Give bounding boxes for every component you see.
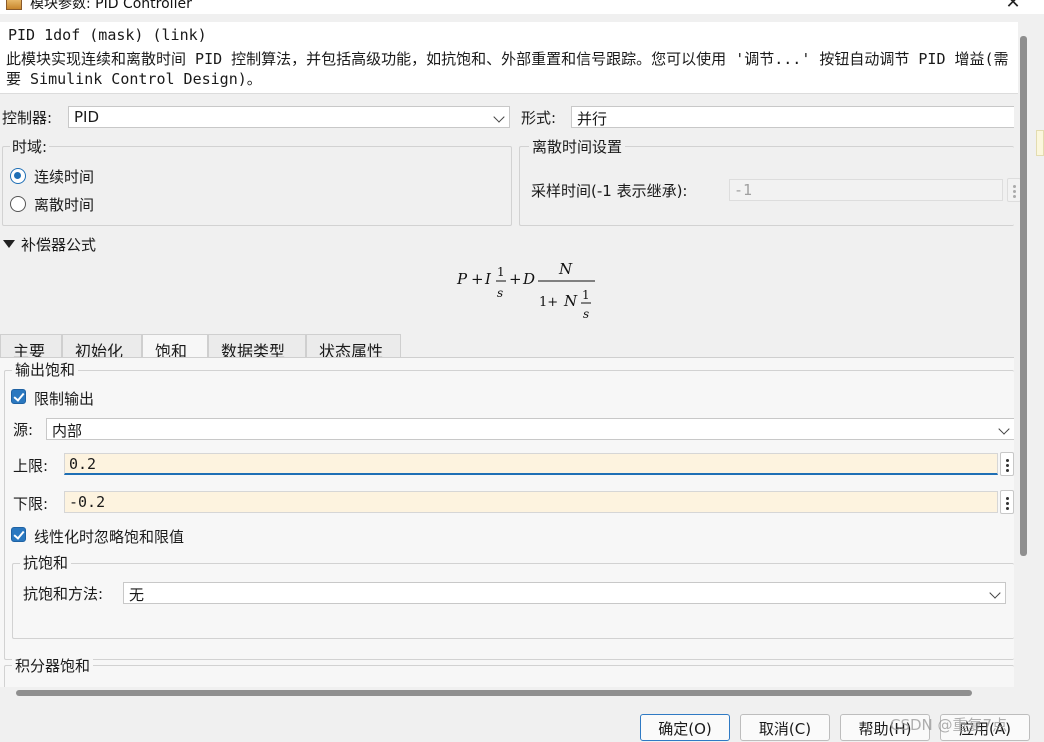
sample-time-field: -1: [729, 179, 1003, 201]
formula-d: D: [522, 270, 535, 288]
sample-time-label: 采样时间(-1 表示继承):: [531, 182, 688, 200]
lower-limit-field[interactable]: -0.2: [64, 491, 998, 513]
formula-one-1: 1: [497, 265, 505, 279]
limit-output-checkbox[interactable]: [11, 389, 26, 404]
simulink-block-icon: [6, 0, 22, 10]
ignore-saturation-checkbox[interactable]: [11, 527, 26, 542]
source-value: 内部: [52, 422, 83, 440]
side-strip: [1036, 130, 1044, 156]
integrator-saturation-legend: 积分器饱和: [12, 655, 94, 676]
block-description: PID 1dof (mask) (link) 此模块实现连续和离散时间 PID …: [0, 22, 1018, 94]
sample-time-more-icon: [1007, 178, 1021, 202]
radio-continuous-time[interactable]: [10, 168, 26, 184]
form-value: 并行: [577, 110, 608, 128]
radio-discrete-time[interactable]: [10, 196, 26, 212]
upper-limit-more-icon[interactable]: [1000, 452, 1014, 476]
discrete-settings-legend: 离散时间设置: [529, 136, 626, 157]
tab-state-attributes[interactable]: 状态属性: [306, 334, 401, 361]
csdn-watermark: CSDN @重复7点: [890, 716, 1008, 734]
compensator-label[interactable]: 补偿器公式: [21, 234, 96, 255]
formula-one-2: 1: [582, 288, 590, 302]
formula-s-1: s: [497, 286, 503, 300]
radio-discrete-label[interactable]: 离散时间: [34, 194, 94, 215]
ignore-saturation-label[interactable]: 线性化时忽略饱和限值: [34, 526, 184, 547]
source-dropdown[interactable]: 内部: [46, 418, 1014, 440]
anti-windup-legend: 抗饱和: [20, 552, 72, 573]
chevron-down-icon: [998, 423, 1010, 435]
collapse-triangle-icon[interactable]: [3, 240, 15, 248]
formula-i: I: [484, 270, 492, 288]
controller-value: PID: [74, 108, 100, 126]
tab-saturation[interactable]: 饱和: [142, 334, 208, 361]
anti-windup-method-label: 抗饱和方法:: [23, 585, 104, 603]
anti-windup-method-dropdown[interactable]: 无: [123, 582, 1006, 604]
vertical-scrollbar[interactable]: [1020, 36, 1027, 556]
formula-n-den: N: [563, 292, 578, 310]
formula-den-prefix: 1+: [539, 295, 558, 310]
formula-p: P: [456, 270, 468, 288]
chevron-down-icon: [989, 587, 1001, 599]
source-label: 源:: [13, 421, 34, 439]
lower-limit-label: 下限:: [13, 495, 49, 513]
anti-windup-method-value: 无: [129, 586, 145, 604]
ok-button[interactable]: 确定(O): [640, 714, 730, 741]
window-titlebar: 模块参数: PID Controller ✕: [0, 0, 1044, 14]
chevron-down-icon: [493, 111, 505, 123]
formula-s-2: s: [583, 307, 589, 321]
horizontal-scrollbar[interactable]: [16, 690, 972, 696]
formula-plus-1: +: [471, 270, 484, 288]
tab-initialization[interactable]: 初始化: [62, 334, 142, 361]
close-icon[interactable]: ✕: [1002, 0, 1024, 13]
formula-n-num: N: [558, 260, 573, 278]
output-saturation-legend: 输出饱和: [12, 359, 79, 380]
tab-data-types[interactable]: 数据类型: [208, 334, 306, 361]
formula-plus-2: +: [509, 270, 522, 288]
controller-label: 控制器:: [2, 109, 53, 127]
time-domain-legend: 时域:: [10, 136, 50, 157]
tab-main[interactable]: 主要: [0, 334, 62, 361]
lower-limit-more-icon[interactable]: [1000, 490, 1014, 514]
radio-continuous-label[interactable]: 连续时间: [34, 166, 94, 187]
form-label: 形式:: [521, 109, 557, 127]
upper-limit-label: 上限:: [13, 457, 49, 475]
cancel-button[interactable]: 取消(C): [740, 714, 830, 741]
window-title: 模块参数: PID Controller: [30, 0, 192, 12]
controller-dropdown[interactable]: PID: [68, 106, 510, 128]
description-header: PID 1dof (mask) (link): [8, 26, 207, 44]
limit-output-label[interactable]: 限制输出: [34, 388, 94, 409]
tab-bar: 主要 初始化 饱和 数据类型 状态属性: [0, 334, 1014, 361]
form-dropdown[interactable]: 并行: [571, 106, 1014, 128]
upper-limit-field[interactable]: 0.2: [64, 453, 998, 475]
description-text: 此模块实现连续和离散时间 PID 控制算法，并包括高级功能，如抗饱和、外部重置和…: [6, 50, 1009, 88]
compensator-formula: P + I 1 s + D N 1+ N 1 s: [456, 260, 595, 321]
